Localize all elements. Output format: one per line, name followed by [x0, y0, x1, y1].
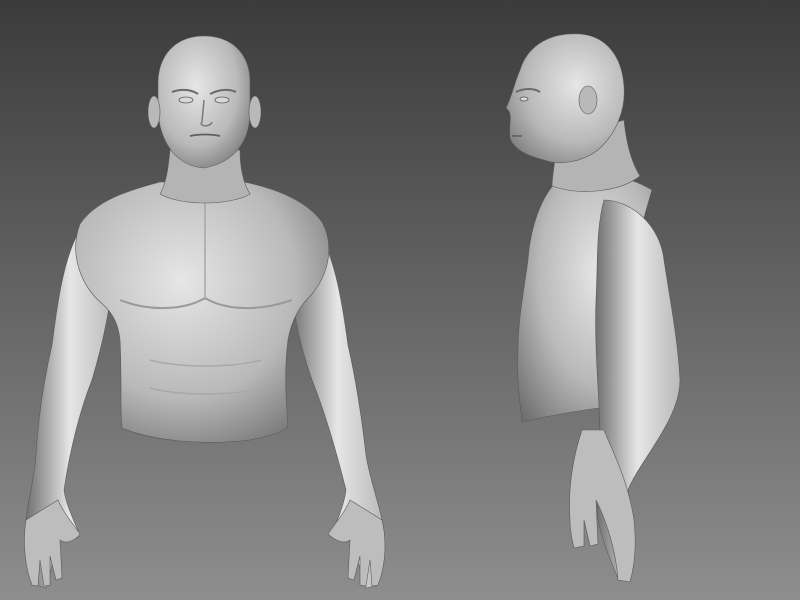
front-left-ear	[147, 95, 161, 129]
front-left-eye	[178, 96, 194, 104]
viewport-canvas[interactable]	[0, 0, 800, 600]
front-right-ear	[248, 95, 262, 129]
side-eye	[519, 96, 529, 102]
front-right-eye	[214, 96, 230, 104]
side-ear	[578, 85, 598, 115]
sculpt-viewport[interactable]	[0, 0, 800, 600]
